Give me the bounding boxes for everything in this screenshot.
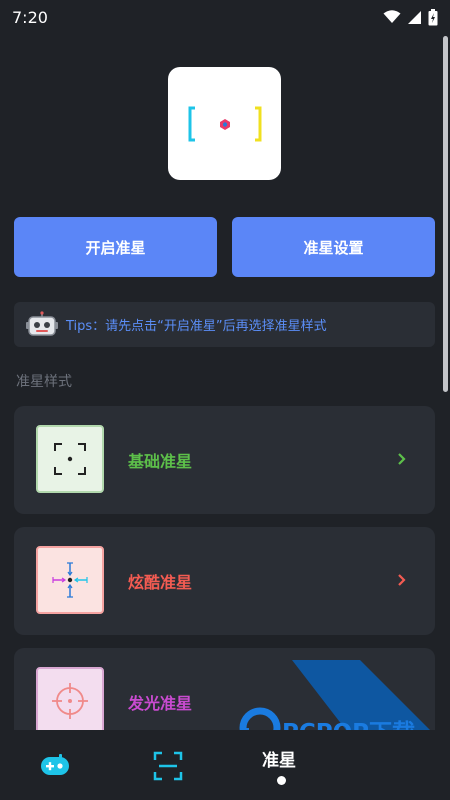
basic-crosshair-thumbnail [36,425,104,493]
style-card-basic[interactable]: 基础准星 [14,406,435,514]
signal-icon [408,10,421,24]
status-bar: 7:20 [0,0,450,34]
screen: 7:20 开启准星 准星设置 Tips：请先点击“开启准星”后再选择准星样式 准… [0,0,450,800]
gamepad-icon [41,754,69,775]
bottom-nav: 准星 [0,730,450,800]
start-crosshair-button[interactable]: 开启准星 [14,217,217,277]
app-logo [168,67,281,180]
style-title-cool: 炫酷准星 [128,573,193,592]
basic-crosshair-icon [54,443,86,475]
crosshair-scan-icon [153,751,183,781]
chevron-right-icon [398,453,406,465]
tips-text: Tips：请先点击“开启准星”后再选择准星样式 [66,319,327,334]
status-time: 7:20 [12,7,48,27]
style-card-cool[interactable]: 炫酷准星 [14,527,435,635]
tips-bar: Tips：请先点击“开启准星”后再选择准星样式 [14,302,435,347]
nav-tab-crosshair-label[interactable]: 准星 [262,746,296,771]
nav-tab-games[interactable] [40,754,70,778]
section-title: 准星样式 [16,374,72,390]
chevron-right-icon [398,574,406,586]
nav-tab-crosshair-scan[interactable] [152,750,184,782]
wifi-icon [383,10,401,23]
style-title-basic: 基础准星 [128,452,193,471]
robot-icon [26,310,58,336]
scrollbar[interactable] [443,36,448,392]
glow-crosshair-icon [52,683,88,719]
battery-icon [428,8,438,25]
glow-crosshair-thumbnail [36,667,104,735]
active-tab-indicator [277,776,286,785]
style-title-glow: 发光准星 [128,694,193,713]
cool-crosshair-thumbnail [36,546,104,614]
crosshair-logo-icon [188,106,261,141]
status-icons [383,8,438,26]
cool-crosshair-icon [52,562,88,598]
crosshair-settings-button[interactable]: 准星设置 [232,217,435,277]
